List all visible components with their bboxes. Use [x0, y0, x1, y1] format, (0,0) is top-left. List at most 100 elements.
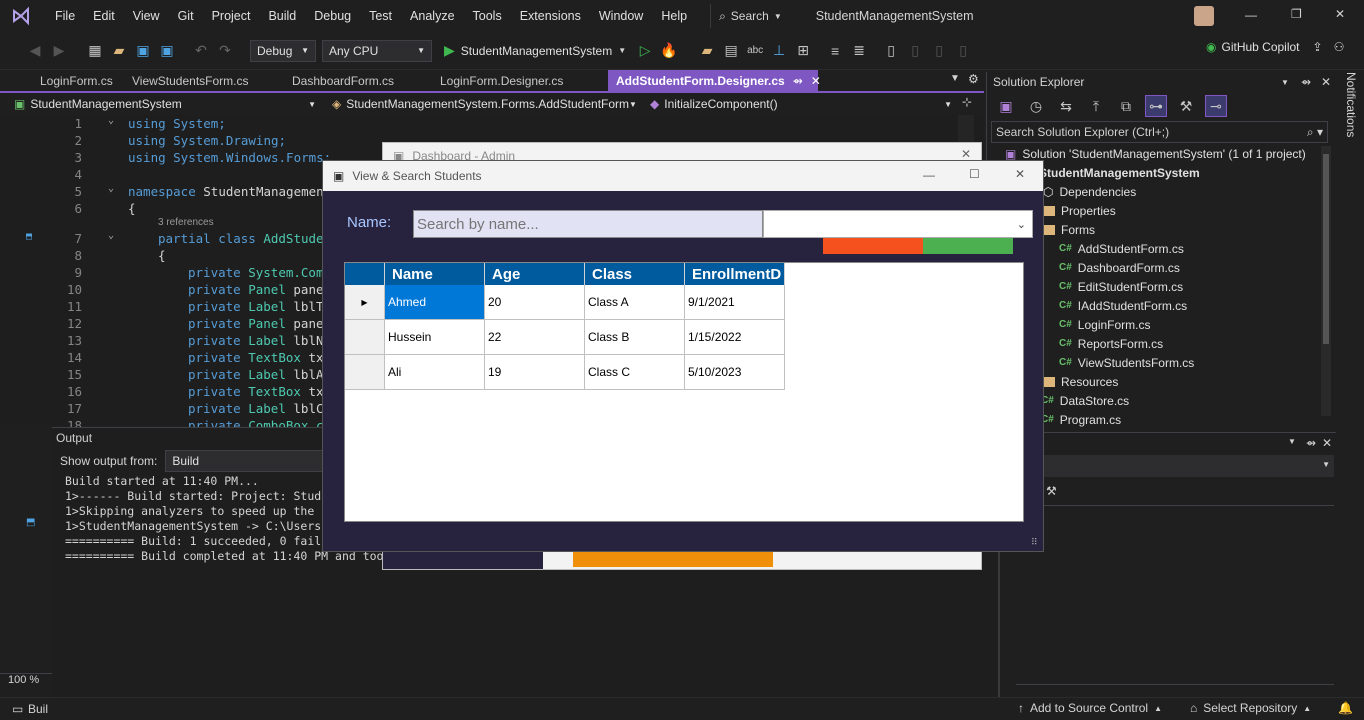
start-without-debugging-icon[interactable]: ▷ — [634, 40, 656, 62]
cell-name[interactable]: Hussein — [385, 320, 485, 355]
forward-icon[interactable]: ▶ — [48, 40, 70, 62]
pin-icon[interactable]: ⇴ — [1301, 75, 1311, 89]
menu-file[interactable]: File — [46, 9, 84, 23]
tree-file[interactable]: C# EditStudentForm.cs — [1059, 277, 1183, 296]
cell-age[interactable]: 19 — [485, 355, 585, 390]
select-repository-button[interactable]: ⌂ Select Repository ▲ — [1190, 701, 1311, 715]
vs-switch-icon[interactable]: ▣ — [995, 95, 1017, 117]
notifications-tab[interactable]: Notifications — [1338, 72, 1364, 172]
avatar[interactable] — [1194, 6, 1214, 26]
share-icon[interactable]: ⇪ — [1313, 40, 1323, 54]
row-header[interactable] — [345, 320, 385, 355]
tree-file[interactable]: C# LoginForm.cs — [1059, 315, 1151, 334]
output-source-select[interactable]: Build — [165, 450, 326, 472]
collapse-icon[interactable]: ⌄ — [108, 115, 114, 126]
hot-reload-icon[interactable]: 🔥 — [658, 40, 680, 62]
person-icon[interactable]: ⚇ — [1334, 40, 1345, 54]
tree-file[interactable]: C# ReportsForm.cs — [1059, 334, 1163, 353]
column-header-enrollment[interactable]: EnrollmentD — [685, 263, 785, 285]
show-all-files-icon[interactable]: ⧉ — [1115, 95, 1137, 117]
cell-name[interactable]: Ali — [385, 355, 485, 390]
tree-properties[interactable]: Properties — [1043, 201, 1116, 220]
close-icon[interactable]: ✕ — [1015, 167, 1025, 181]
references-codelens[interactable]: 3 references — [158, 217, 214, 228]
tab-addstudentform-designer[interactable]: AddStudentForm.Designer.cs ⇴ ✕ — [608, 70, 821, 92]
view-students-window[interactable]: ▣ View & Search Students — ☐ ✕ Name: ⌄ N… — [322, 160, 1044, 552]
layout-icon[interactable]: ▤ — [720, 40, 742, 62]
search-box[interactable]: ⌕ Search ▼ — [710, 4, 790, 28]
cell-age[interactable]: 22 — [485, 320, 585, 355]
sync-icon[interactable]: ⇆ — [1055, 95, 1077, 117]
close-icon[interactable]: ✕ — [961, 147, 971, 161]
cell-age[interactable]: 20 — [485, 285, 585, 320]
filter-icon[interactable]: ⊶ — [1145, 95, 1167, 117]
zoom-level[interactable]: 100 % — [0, 673, 52, 689]
tree-file[interactable]: C# DataStore.cs — [1041, 391, 1129, 410]
align-icon[interactable]: ⊞ — [792, 40, 814, 62]
tree-file[interactable]: C# Program.cs — [1041, 410, 1121, 429]
column-header-class[interactable]: Class — [585, 263, 685, 285]
undo-icon[interactable]: ↶ — [190, 40, 212, 62]
collapse-all-icon[interactable]: ⤒ — [1085, 95, 1107, 117]
cell-name[interactable]: Ahmed — [385, 285, 485, 320]
save-all-icon[interactable]: ▣ — [156, 40, 178, 62]
spell-check-icon[interactable]: abc — [744, 40, 766, 62]
cell-class[interactable]: Class C — [585, 355, 685, 390]
menu-build[interactable]: Build — [259, 9, 305, 23]
tree-scrollbar[interactable] — [1321, 146, 1331, 416]
settings-gear-icon[interactable]: ⚙ — [968, 72, 979, 86]
tree-file[interactable]: C# AddStudentForm.cs — [1059, 239, 1184, 258]
column-header-age[interactable]: Age — [485, 263, 585, 285]
menu-window[interactable]: Window — [590, 9, 652, 23]
history-icon[interactable]: ◷ — [1025, 95, 1047, 117]
properties-object-select[interactable]: ▼ — [1016, 455, 1334, 477]
pin-icon[interactable]: ⇴ — [793, 74, 803, 88]
platform-select[interactable]: Any CPU ▼ — [322, 39, 432, 62]
collapse-icon[interactable]: ⌄ — [108, 230, 114, 241]
tree-file[interactable]: C# DashboardForm.cs — [1059, 258, 1180, 277]
menu-debug[interactable]: Debug — [305, 9, 360, 23]
tree-resources[interactable]: Resources — [1043, 372, 1118, 391]
grid-corner-header[interactable] — [345, 263, 385, 285]
maximize-icon[interactable]: ☐ — [969, 167, 980, 181]
add-to-source-control-button[interactable]: ↑ Add to Source Control ▲ — [1018, 701, 1162, 715]
class-filter-select[interactable]: ⌄ — [763, 210, 1033, 238]
dropdown-icon[interactable]: ▼ — [1281, 78, 1289, 87]
notification-bell-icon[interactable]: 🔔 — [1338, 701, 1353, 715]
row-header[interactable] — [345, 355, 385, 390]
run-button[interactable]: ▶ StudentManagementSystem ▼ — [444, 42, 626, 59]
property-pages-icon[interactable]: ⚒ — [1046, 484, 1057, 498]
tab-loginform[interactable]: LoginForm.cs — [32, 70, 124, 92]
close-icon[interactable]: ✕ — [1322, 436, 1332, 450]
member-dropdown[interactable]: ◆ InitializeComponent() ▼ — [644, 93, 958, 115]
preview-icon[interactable]: ⊸ — [1205, 95, 1227, 117]
next-bookmark-icon[interactable]: ▯ — [928, 40, 950, 62]
close-tab-icon[interactable]: ✕ — [811, 74, 821, 88]
minimize-icon[interactable]: — — [1245, 8, 1257, 22]
outdent-icon[interactable]: ≣ — [848, 40, 870, 62]
menu-help[interactable]: Help — [652, 9, 696, 23]
solution-search[interactable]: Search Solution Explorer (Ctrl+;) ⌕ ▾ — [991, 121, 1328, 143]
bookmark-icon[interactable]: ▯ — [880, 40, 902, 62]
menu-analyze[interactable]: Analyze — [401, 9, 463, 23]
tree-dependencies[interactable]: ⬡ Dependencies — [1043, 182, 1136, 201]
open-folder-icon[interactable]: ▰ — [108, 40, 130, 62]
redo-icon[interactable]: ↷ — [214, 40, 236, 62]
properties-grid[interactable] — [1016, 505, 1334, 685]
tree-solution[interactable]: ▣ Solution 'StudentManagementSystem' (1 o… — [1005, 144, 1306, 163]
cell-enrollment[interactable]: 5/10/2023 — [685, 355, 785, 390]
prev-bookmark-icon[interactable]: ▯ — [904, 40, 926, 62]
clear-bookmarks-icon[interactable]: ▯ — [952, 40, 974, 62]
step-icon[interactable]: ⊥ — [768, 40, 790, 62]
menu-project[interactable]: Project — [203, 9, 260, 23]
students-grid[interactable]: Name Age Class EnrollmentD ▶ Ahmed 20 Cl… — [344, 262, 1024, 522]
tab-loginform-designer[interactable]: LoginForm.Designer.cs — [432, 70, 608, 92]
column-header-name[interactable]: Name — [385, 263, 485, 285]
split-editor-icon[interactable]: ⊹ — [962, 95, 972, 109]
cell-class[interactable]: Class B — [585, 320, 685, 355]
tab-list-icon[interactable]: ▼ — [950, 73, 960, 84]
cell-class[interactable]: Class A — [585, 285, 685, 320]
back-icon[interactable]: ◀ — [24, 40, 46, 62]
menu-tools[interactable]: Tools — [464, 9, 511, 23]
menu-test[interactable]: Test — [360, 9, 401, 23]
